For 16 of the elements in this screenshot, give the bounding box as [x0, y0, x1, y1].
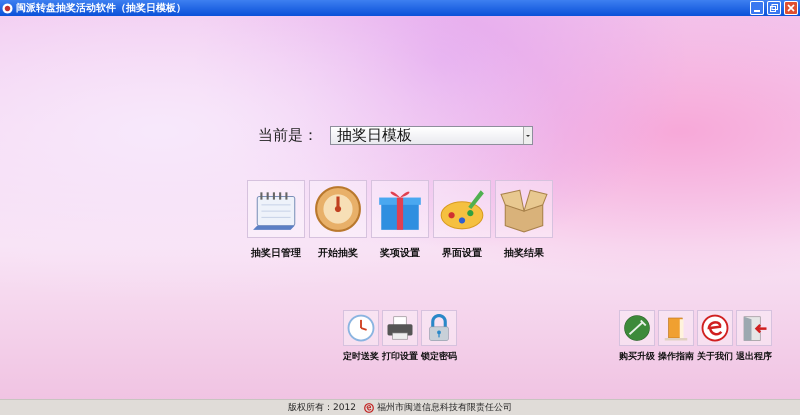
company-logo-icon — [364, 402, 374, 412]
close-icon — [787, 4, 795, 12]
template-dropdown[interactable]: 抽奖日模板 — [330, 126, 533, 145]
wheel-icon — [313, 184, 363, 234]
app-icon — [2, 2, 13, 14]
window-title: 闽派转盘抽奖活动软件（抽奖日模板） — [16, 2, 186, 15]
template-label: 当前是： — [258, 126, 318, 145]
company-name: 福州市闽道信息科技有限责任公司 — [376, 402, 512, 414]
caret-icon — [523, 127, 532, 144]
copyright-text: 版权所有：2012 — [288, 402, 356, 414]
globe-icon — [622, 313, 652, 343]
clock-icon — [346, 313, 376, 343]
close-button[interactable] — [784, 1, 798, 15]
restore-icon — [770, 4, 778, 12]
minimize-button[interactable] — [750, 1, 764, 15]
restore-button[interactable] — [767, 1, 781, 15]
